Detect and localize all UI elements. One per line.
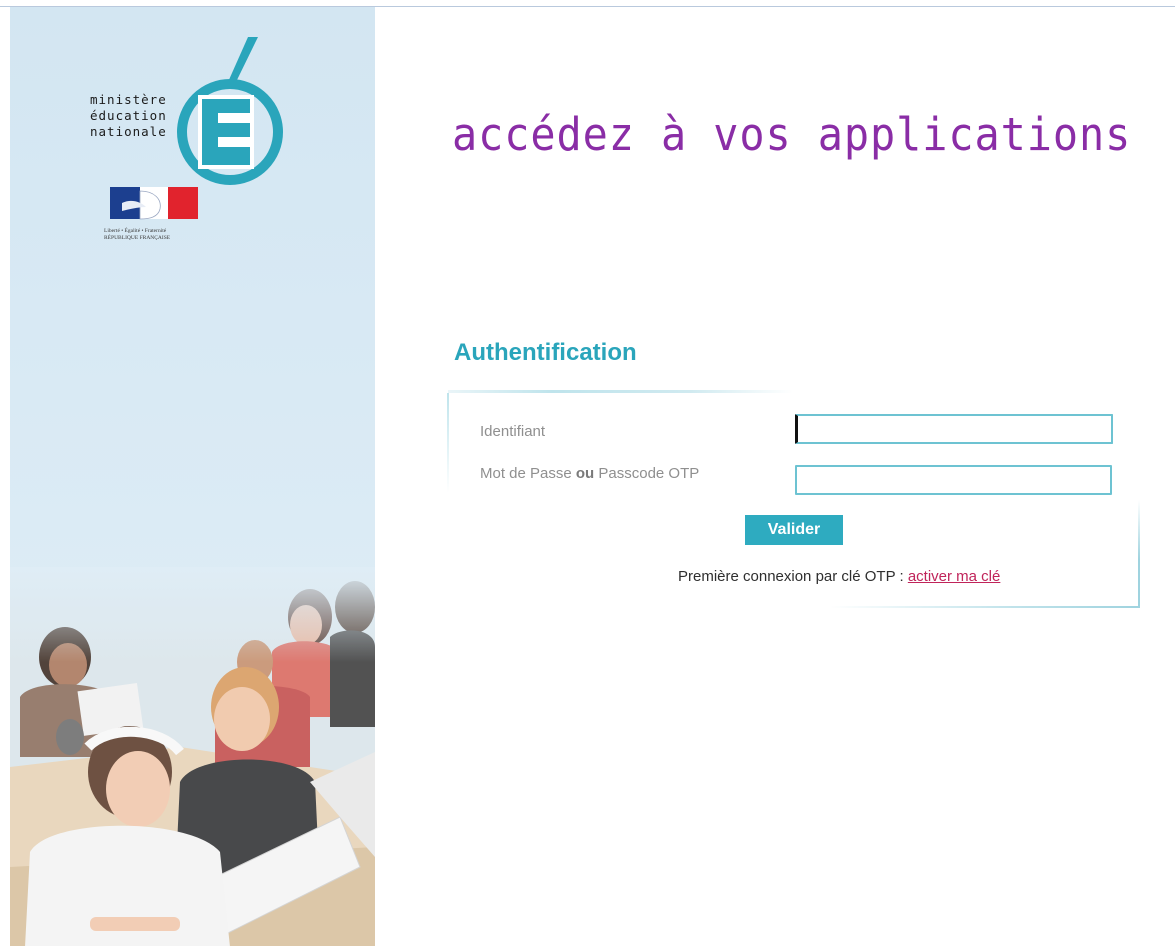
form-frame-bottom-border bbox=[830, 606, 1140, 608]
republique-name: RÉPUBLIQUE FRANÇAISE bbox=[104, 235, 171, 241]
form-frame-left-border bbox=[447, 393, 449, 493]
ministry-logo: ministère éducation nationale Liberté • … bbox=[90, 37, 290, 241]
ministry-name: ministère éducation nationale bbox=[90, 92, 167, 140]
password-label: Mot de Passe ou Passcode OTP bbox=[480, 465, 699, 482]
otp-first-connection-text: Première connexion par clé OTP : bbox=[678, 568, 908, 585]
password-label-part2: Passcode OTP bbox=[594, 465, 700, 482]
republique-motto: Liberté • Égalité • Fraternité bbox=[104, 228, 167, 234]
classroom-children-photo bbox=[10, 567, 375, 946]
password-label-or: ou bbox=[575, 465, 595, 482]
otp-first-connection: Première connexion par clé OTP : activer… bbox=[678, 568, 1000, 585]
username-input[interactable] bbox=[795, 414, 1113, 444]
validate-button[interactable]: Valider bbox=[745, 515, 843, 545]
ministry-name-line-3: nationale bbox=[90, 124, 167, 139]
form-frame-top-border bbox=[448, 390, 793, 393]
password-input[interactable] bbox=[795, 465, 1112, 495]
username-label: Identifiant bbox=[480, 423, 546, 440]
left-decorative-panel: ministère éducation nationale Liberté • … bbox=[10, 7, 375, 946]
activate-key-link[interactable]: activer ma clé bbox=[908, 568, 1001, 585]
ministry-name-line-1: ministère bbox=[90, 92, 167, 107]
marianne-flag-icon bbox=[110, 187, 198, 220]
republique-caption: Liberté • Égalité • Fraternité RÉPUBLIQU… bbox=[104, 228, 214, 242]
auth-form-title: Authentification bbox=[454, 339, 637, 366]
password-label-part1: Mot de Passe bbox=[480, 465, 576, 482]
ministry-name-line-2: éducation bbox=[90, 108, 167, 123]
form-frame-right-border bbox=[1138, 500, 1140, 608]
page-headline: accédez à vos applications bbox=[452, 108, 1132, 161]
